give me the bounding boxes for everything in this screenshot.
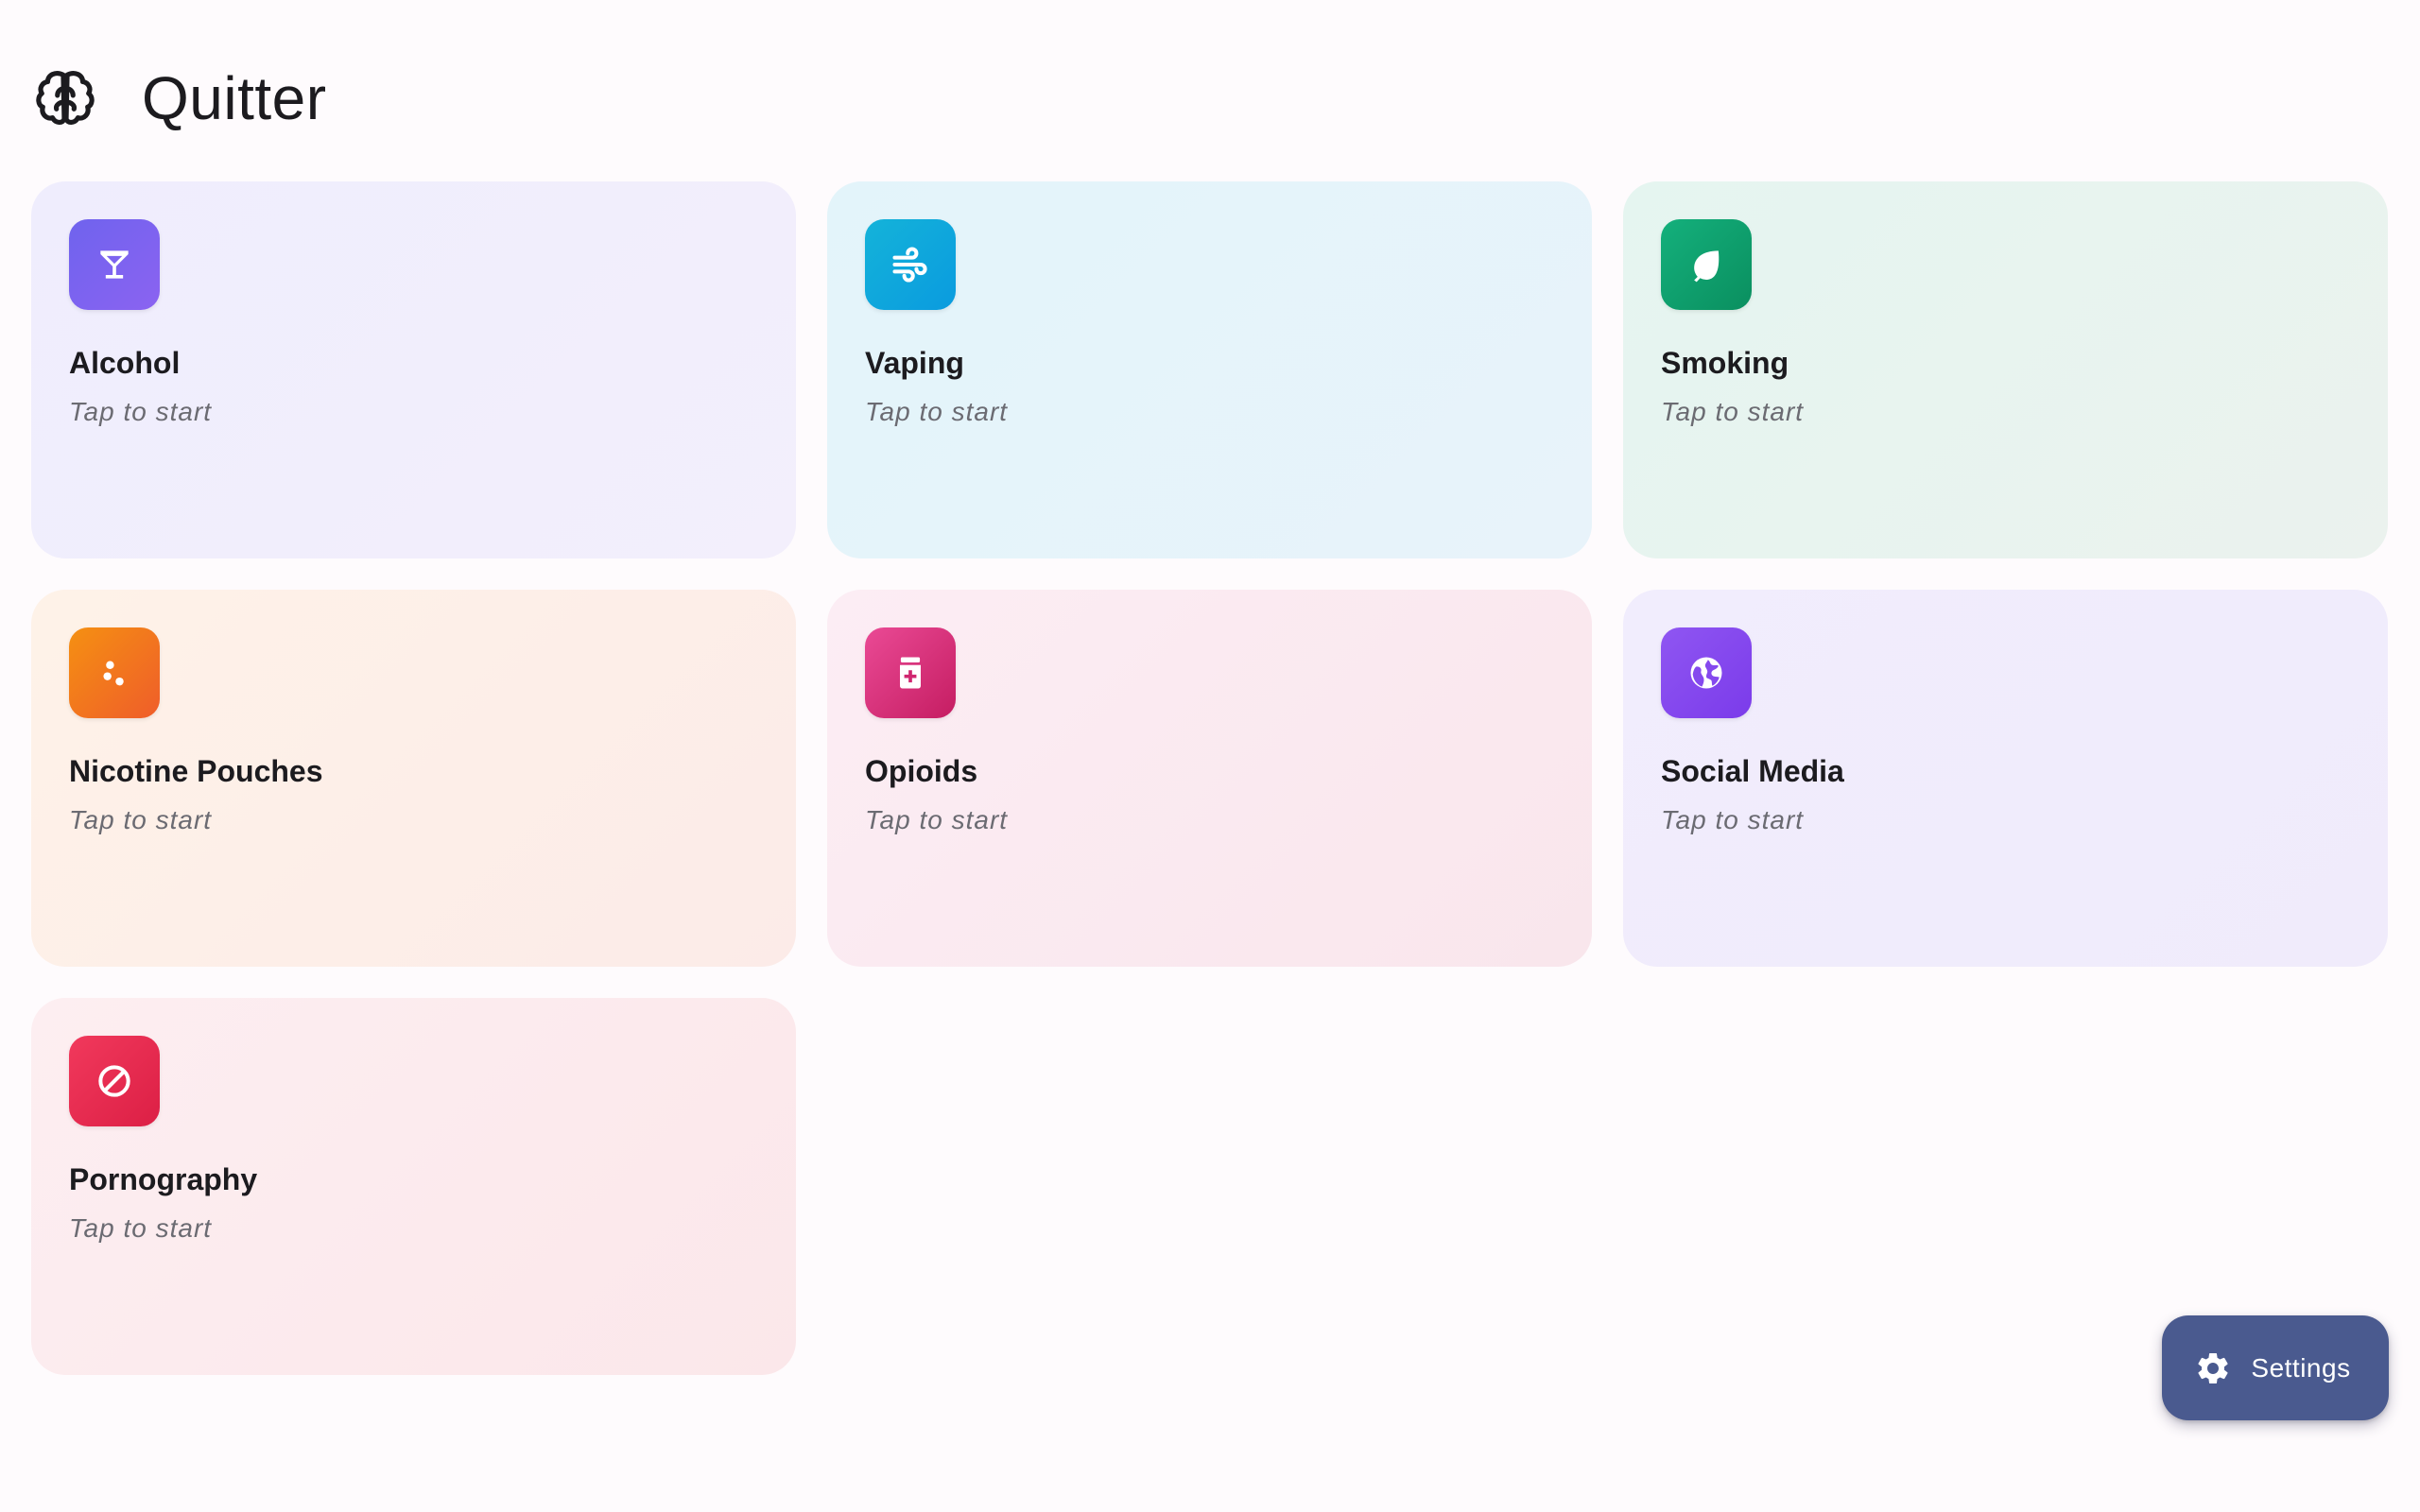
wind-icon [865, 219, 956, 310]
globe-icon [1661, 627, 1752, 718]
habit-card-pornography[interactable]: Pornography Tap to start [31, 998, 796, 1375]
habit-card-title: Smoking [1661, 346, 1789, 380]
habit-card-subtitle: Tap to start [865, 805, 1009, 834]
gear-icon [2194, 1349, 2232, 1387]
brain-icon [31, 64, 99, 132]
habit-card-title: Vaping [865, 346, 964, 380]
leaf-icon [1661, 219, 1752, 310]
habit-card-subtitle: Tap to start [69, 1213, 213, 1243]
habit-card-title: Social Media [1661, 754, 1844, 788]
habit-card-subtitle: Tap to start [865, 397, 1009, 426]
medicine-bottle-icon [865, 627, 956, 718]
habit-grid: Alcohol Tap to start Vaping Tap to start [31, 181, 2389, 1375]
app-bar: Quitter [31, 59, 327, 138]
habit-card-subtitle: Tap to start [1661, 397, 1805, 426]
habit-card-vaping[interactable]: Vaping Tap to start [827, 181, 1592, 558]
habit-card-alcohol[interactable]: Alcohol Tap to start [31, 181, 796, 558]
habit-card-title: Opioids [865, 754, 978, 788]
settings-button[interactable]: Settings [2162, 1315, 2389, 1420]
habit-card-subtitle: Tap to start [69, 397, 213, 426]
cocktail-glass-icon [69, 219, 160, 310]
habit-card-opioids[interactable]: Opioids Tap to start [827, 590, 1592, 967]
habit-card-subtitle: Tap to start [69, 805, 213, 834]
habit-card-social-media[interactable]: Social Media Tap to start [1623, 590, 2388, 967]
app-root: Quitter Alcohol Tap to start Vaping Tap … [0, 0, 2420, 1512]
habit-card-nicotine-pouches[interactable]: Nicotine Pouches Tap to start [31, 590, 796, 967]
habit-card-subtitle: Tap to start [1661, 805, 1805, 834]
settings-label: Settings [2251, 1352, 2351, 1383]
dots-icon [69, 627, 160, 718]
habit-card-title: Nicotine Pouches [69, 754, 323, 788]
habit-card-title: Pornography [69, 1162, 258, 1196]
app-title: Quitter [142, 64, 327, 132]
block-icon [69, 1036, 160, 1126]
habit-card-title: Alcohol [69, 346, 181, 380]
habit-card-smoking[interactable]: Smoking Tap to start [1623, 181, 2388, 558]
